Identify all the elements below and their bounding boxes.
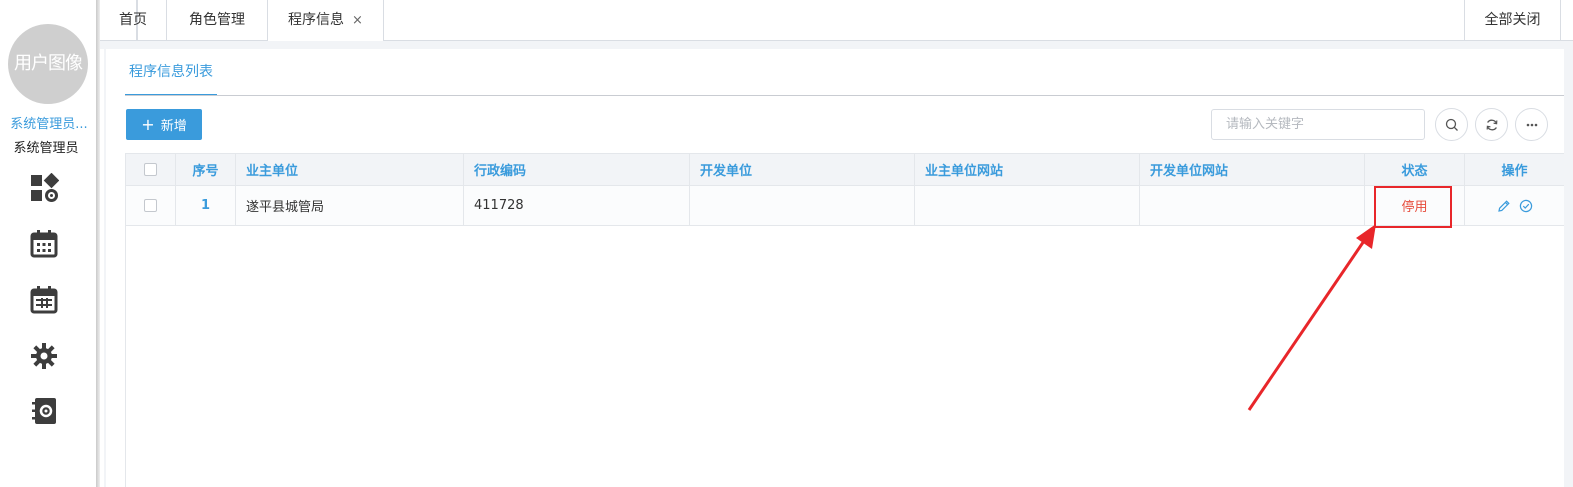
header-index[interactable]: 序号 <box>176 154 236 185</box>
header-status[interactable]: 状态 <box>1365 154 1465 185</box>
program-info-table: 序号 业主单位 行政编码 开发单位 业主单位网站 开发单位网站 状态 操作 1 … <box>125 153 1564 487</box>
tab-home-label: 首页 <box>119 12 147 28</box>
sidebar-divider <box>96 0 100 487</box>
tab-role-management-label: 角色管理 <box>189 12 245 28</box>
header-owner[interactable]: 业主单位 <box>236 154 464 185</box>
select-all-checkbox[interactable] <box>144 163 157 176</box>
header-owner-site[interactable]: 业主单位网站 <box>915 154 1140 185</box>
tab-program-info[interactable]: 程序信息 × <box>267 0 384 41</box>
header-admin-code[interactable]: 行政编码 <box>464 154 690 185</box>
content-edge-right <box>1564 49 1573 487</box>
table-header: 序号 业主单位 行政编码 开发单位 业主单位网站 开发单位网站 状态 操作 <box>126 154 1564 186</box>
calendar-grid-icon[interactable] <box>29 285 59 315</box>
row-index: 1 <box>200 198 211 213</box>
subtab-program-info-list[interactable]: 程序信息列表 <box>125 62 217 96</box>
row-checkbox[interactable] <box>144 199 157 212</box>
refresh-button[interactable] <box>1475 108 1508 141</box>
search-input[interactable] <box>1211 109 1425 140</box>
avatar[interactable]: 用户图像 <box>8 24 88 104</box>
content-edge-left <box>104 49 106 487</box>
tab-role-management[interactable]: 角色管理 <box>167 0 268 41</box>
tab-close-icon[interactable]: × <box>352 13 363 28</box>
row-owner: 遂平县城管局 <box>236 186 464 225</box>
search-icon <box>1445 118 1458 131</box>
dashboard-gear-icon[interactable] <box>29 173 59 203</box>
notebook-gear-icon[interactable] <box>29 396 59 426</box>
tab-program-info-label: 程序信息 <box>288 12 345 28</box>
settings-cog-icon[interactable] <box>29 341 59 371</box>
edit-pencil-icon[interactable] <box>1497 199 1511 213</box>
row-developer-site <box>1140 186 1365 225</box>
plus-icon: + <box>141 115 155 134</box>
add-button-label: 新增 <box>160 119 187 134</box>
row-admin-code: 411728 <box>464 186 690 225</box>
row-actions-cell <box>1465 186 1564 225</box>
enable-check-circle-icon[interactable] <box>1519 199 1533 213</box>
tab-bar-strip <box>100 41 1573 49</box>
search-button[interactable] <box>1435 108 1468 141</box>
subtab-divider <box>125 95 1564 96</box>
table-row[interactable]: 1 遂平县城管局 411728 停用 <box>126 186 1564 226</box>
more-icon <box>1526 123 1537 126</box>
tab-home[interactable]: 首页 <box>100 0 167 41</box>
user-role-label: 系统管理员 <box>13 141 79 156</box>
refresh-icon <box>1486 119 1497 130</box>
row-select-cell <box>126 186 176 225</box>
calendar-icon[interactable] <box>29 229 59 259</box>
row-owner-site <box>915 186 1140 225</box>
user-name-link[interactable]: 系统管理员... <box>4 113 94 132</box>
status-highlight-box <box>1374 186 1452 228</box>
select-all-cell <box>126 154 176 185</box>
row-developer <box>690 186 915 225</box>
sidebar: 用户图像 系统管理员... 系统管理员 <box>0 0 97 487</box>
close-all-tabs-button[interactable]: 全部关闭 <box>1464 0 1561 41</box>
header-developer-site[interactable]: 开发单位网站 <box>1140 154 1365 185</box>
header-actions: 操作 <box>1501 164 1528 179</box>
add-button[interactable]: + 新增 <box>126 109 202 140</box>
more-button[interactable] <box>1515 108 1548 141</box>
row-index-cell: 1 <box>176 186 236 225</box>
header-developer[interactable]: 开发单位 <box>690 154 915 185</box>
